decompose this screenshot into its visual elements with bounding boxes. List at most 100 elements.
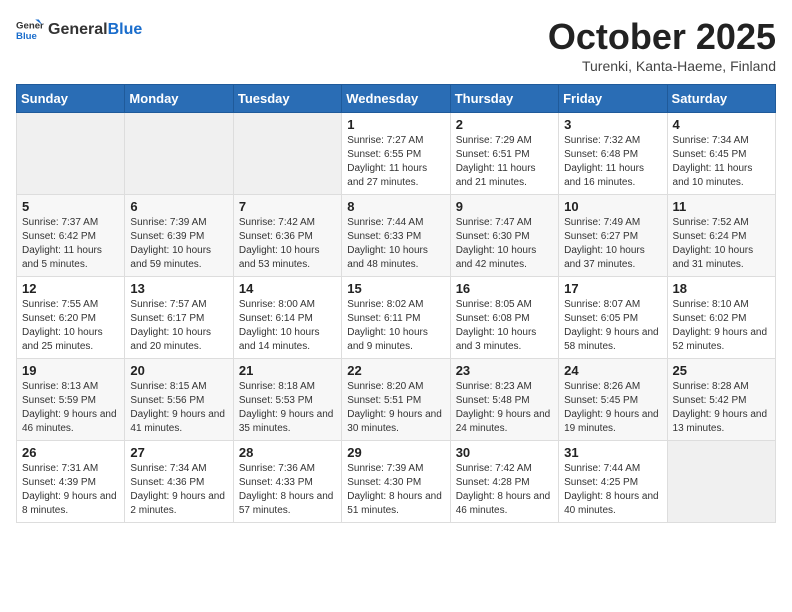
calendar-cell: 17Sunrise: 8:07 AMSunset: 6:05 PMDayligh… [559, 277, 667, 359]
day-info: Sunrise: 7:44 AMSunset: 4:25 PMDaylight:… [564, 462, 661, 518]
calendar-cell: 15 Sunrise: 8:02 AMSunset: 6:11 PMDayligh… [342, 277, 450, 359]
calendar-cell [233, 113, 341, 195]
day-info: Sunrise: 7:42 AMSunset: 6:36 PMDaylight:… [239, 216, 336, 272]
day-number: 23 [456, 363, 553, 378]
day-number: 10 [564, 199, 661, 214]
day-info: Sunrise: 7:39 AMSunset: 4:30 PMDaylight:… [347, 462, 444, 518]
calendar-cell: 23Sunrise: 8:23 AMSunset: 5:48 PMDayligh… [450, 359, 558, 441]
day-info: Sunrise: 7:29 AMSunset: 6:51 PMDaylight:… [456, 134, 553, 190]
day-info: Sunrise: 8:00 AMSunset: 6:14 PMDaylight:… [239, 298, 336, 354]
calendar-cell: 3 Sunrise: 7:32 AMSunset: 6:48 PMDaylight… [559, 113, 667, 195]
calendar-cell: 29 Sunrise: 7:39 AMSunset: 4:30 PMDayligh… [342, 441, 450, 523]
calendar-cell: 11Sunrise: 7:52 AMSunset: 6:24 PMDayligh… [667, 195, 775, 277]
day-info: Sunrise: 8:02 AMSunset: 6:11 PMDaylight:… [347, 298, 444, 354]
day-info: Sunrise: 7:44 AMSunset: 6:33 PMDaylight:… [347, 216, 444, 272]
day-info: Sunrise: 7:34 AMSunset: 6:45 PMDaylight:… [673, 134, 770, 190]
calendar-table: SundayMondayTuesdayWednesdayThursdayFrid… [16, 84, 776, 523]
calendar-cell [125, 113, 233, 195]
day-number: 16 [456, 281, 553, 296]
day-number: 26 [22, 445, 119, 460]
day-number: 18 [673, 281, 770, 296]
day-number: 28 [239, 445, 336, 460]
day-number: 27 [130, 445, 227, 460]
day-info: Sunrise: 7:57 AMSunset: 6:17 PMDaylight:… [130, 298, 227, 354]
svg-text:Blue: Blue [16, 31, 37, 42]
day-info: Sunrise: 7:52 AMSunset: 6:24 PMDaylight:… [673, 216, 770, 272]
calendar-cell: 30 Sunrise: 7:42 AMSunset: 4:28 PMDayligh… [450, 441, 558, 523]
calendar-cell: 2 Sunrise: 7:29 AMSunset: 6:51 PMDaylight… [450, 113, 558, 195]
day-info: Sunrise: 7:37 AMSunset: 6:42 PMDaylight:… [22, 216, 119, 272]
day-number: 15 [347, 281, 444, 296]
week-row-1: 1 Sunrise: 7:27 AMSunset: 6:55 PMDaylight… [17, 113, 776, 195]
calendar-cell: 18Sunrise: 8:10 AMSunset: 6:02 PMDayligh… [667, 277, 775, 359]
day-number: 17 [564, 281, 661, 296]
calendar-cell: 20 Sunrise: 8:15 AMSunset: 5:56 PMDayligh… [125, 359, 233, 441]
day-number: 12 [22, 281, 119, 296]
calendar-cell: 12Sunrise: 7:55 AMSunset: 6:20 PMDayligh… [17, 277, 125, 359]
calendar-cell: 4 Sunrise: 7:34 AMSunset: 6:45 PMDaylight… [667, 113, 775, 195]
day-info: Sunrise: 7:47 AMSunset: 6:30 PMDaylight:… [456, 216, 553, 272]
logo-icon: General Blue [16, 16, 44, 44]
weekday-header-row: SundayMondayTuesdayWednesdayThursdayFrid… [17, 85, 776, 113]
day-info: Sunrise: 8:05 AMSunset: 6:08 PMDaylight:… [456, 298, 553, 354]
day-number: 7 [239, 199, 336, 214]
day-info: Sunrise: 7:42 AMSunset: 4:28 PMDaylight:… [456, 462, 553, 518]
calendar-cell: 21Sunrise: 8:18 AMSunset: 5:53 PMDayligh… [233, 359, 341, 441]
day-info: Sunrise: 7:39 AMSunset: 6:39 PMDaylight:… [130, 216, 227, 272]
location: Turenki, Kanta-Haeme, Finland [548, 58, 776, 74]
day-number: 1 [347, 117, 444, 132]
calendar-cell: 19 Sunrise: 8:13 AMSunset: 5:59 PMDayligh… [17, 359, 125, 441]
calendar-cell: 16 Sunrise: 8:05 AMSunset: 6:08 PMDayligh… [450, 277, 558, 359]
day-number: 20 [130, 363, 227, 378]
day-number: 30 [456, 445, 553, 460]
weekday-header-friday: Friday [559, 85, 667, 113]
day-number: 24 [564, 363, 661, 378]
calendar-cell: 5 Sunrise: 7:37 AMSunset: 6:42 PMDaylight… [17, 195, 125, 277]
day-info: Sunrise: 7:31 AMSunset: 4:39 PMDaylight:… [22, 462, 119, 518]
week-row-4: 19 Sunrise: 8:13 AMSunset: 5:59 PMDayligh… [17, 359, 776, 441]
day-info: Sunrise: 8:13 AMSunset: 5:59 PMDaylight:… [22, 380, 119, 436]
day-info: Sunrise: 7:36 AMSunset: 4:33 PMDaylight:… [239, 462, 336, 518]
day-info: Sunrise: 7:49 AMSunset: 6:27 PMDaylight:… [564, 216, 661, 272]
calendar-cell: 13Sunrise: 7:57 AMSunset: 6:17 PMDayligh… [125, 277, 233, 359]
day-info: Sunrise: 8:28 AMSunset: 5:42 PMDaylight:… [673, 380, 770, 436]
calendar-cell: 28 Sunrise: 7:36 AMSunset: 4:33 PMDayligh… [233, 441, 341, 523]
day-number: 6 [130, 199, 227, 214]
calendar-cell: 25Sunrise: 8:28 AMSunset: 5:42 PMDayligh… [667, 359, 775, 441]
day-info: Sunrise: 7:27 AMSunset: 6:55 PMDaylight:… [347, 134, 444, 190]
calendar-cell: 22 Sunrise: 8:20 AMSunset: 5:51 PMDayligh… [342, 359, 450, 441]
weekday-header-thursday: Thursday [450, 85, 558, 113]
day-number: 8 [347, 199, 444, 214]
day-number: 29 [347, 445, 444, 460]
calendar-cell: 10 Sunrise: 7:49 AMSunset: 6:27 PMDayligh… [559, 195, 667, 277]
calendar-cell: 27Sunrise: 7:34 AMSunset: 4:36 PMDayligh… [125, 441, 233, 523]
day-number: 3 [564, 117, 661, 132]
week-row-5: 26 Sunrise: 7:31 AMSunset: 4:39 PMDayligh… [17, 441, 776, 523]
calendar-cell: 24Sunrise: 8:26 AMSunset: 5:45 PMDayligh… [559, 359, 667, 441]
page-header: General Blue GeneralBlue October 2025 Tu… [16, 16, 776, 74]
day-info: Sunrise: 8:15 AMSunset: 5:56 PMDaylight:… [130, 380, 227, 436]
calendar-cell: 1 Sunrise: 7:27 AMSunset: 6:55 PMDaylight… [342, 113, 450, 195]
weekday-header-sunday: Sunday [17, 85, 125, 113]
day-number: 9 [456, 199, 553, 214]
day-number: 21 [239, 363, 336, 378]
day-number: 22 [347, 363, 444, 378]
calendar-cell: 14 Sunrise: 8:00 AMSunset: 6:14 PMDayligh… [233, 277, 341, 359]
day-info: Sunrise: 7:32 AMSunset: 6:48 PMDaylight:… [564, 134, 661, 190]
weekday-header-wednesday: Wednesday [342, 85, 450, 113]
week-row-3: 12Sunrise: 7:55 AMSunset: 6:20 PMDayligh… [17, 277, 776, 359]
calendar-cell: 6 Sunrise: 7:39 AMSunset: 6:39 PMDaylight… [125, 195, 233, 277]
weekday-header-tuesday: Tuesday [233, 85, 341, 113]
calendar-cell [17, 113, 125, 195]
day-info: Sunrise: 8:20 AMSunset: 5:51 PMDaylight:… [347, 380, 444, 436]
weekday-header-monday: Monday [125, 85, 233, 113]
day-number: 5 [22, 199, 119, 214]
title-block: October 2025 Turenki, Kanta-Haeme, Finla… [548, 16, 776, 74]
day-number: 14 [239, 281, 336, 296]
day-number: 4 [673, 117, 770, 132]
calendar-cell: 7 Sunrise: 7:42 AMSunset: 6:36 PMDaylight… [233, 195, 341, 277]
logo-general-text: GeneralBlue [48, 21, 142, 39]
day-number: 19 [22, 363, 119, 378]
day-number: 2 [456, 117, 553, 132]
calendar-cell: 9 Sunrise: 7:47 AMSunset: 6:30 PMDaylight… [450, 195, 558, 277]
